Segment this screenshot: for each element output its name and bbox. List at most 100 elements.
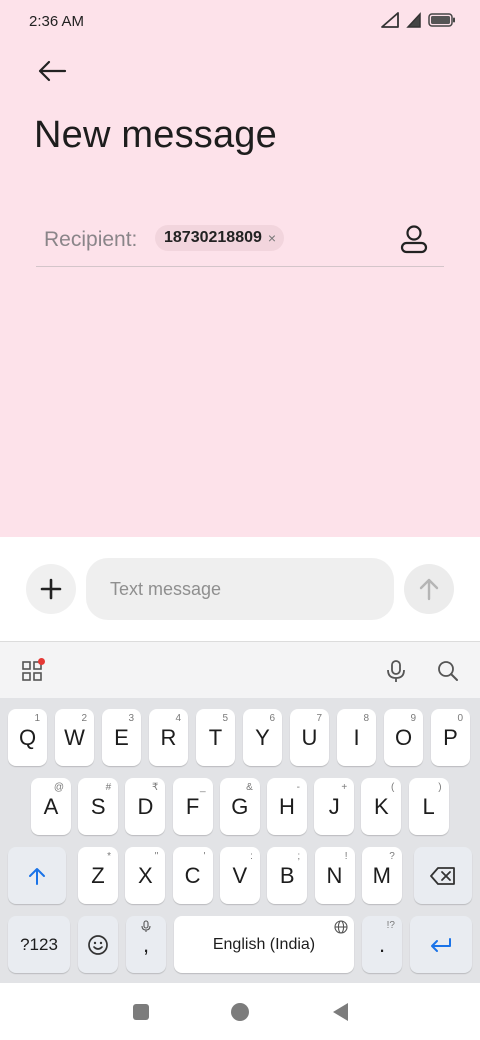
key-s[interactable]: # S [78, 778, 119, 835]
back-icon [333, 1003, 348, 1021]
key-u[interactable]: 7U [290, 709, 329, 766]
backspace-key[interactable] [414, 847, 472, 904]
recipient-field[interactable]: Recipient: 18730218809 × [36, 214, 444, 267]
message-header-area: 2:36 AM New message Recipient: 187302188… [0, 0, 480, 537]
key-hint: ) [438, 782, 442, 793]
key-label: X [137, 862, 153, 888]
notification-dot [38, 658, 45, 665]
key-hint: : [250, 851, 253, 862]
period-key[interactable]: . !? [362, 916, 402, 973]
recents-button[interactable] [130, 1001, 152, 1023]
key-label: A [43, 793, 59, 819]
key-label: W [64, 724, 85, 750]
key-p[interactable]: 0P [431, 709, 470, 766]
comma-key-label: , [142, 931, 150, 957]
chip-remove-icon[interactable]: × [268, 230, 276, 246]
key-l[interactable]: ) L [408, 778, 449, 835]
key-hint: - [296, 782, 300, 793]
mic-small-icon [141, 920, 151, 932]
period-key-hint: !? [386, 920, 395, 931]
key-t[interactable]: 5T [196, 709, 235, 766]
page-title: New message [34, 114, 277, 156]
key-m[interactable]: ? M [361, 847, 402, 904]
key-q[interactable]: 1Q [8, 709, 47, 766]
key-g[interactable]: & G [219, 778, 260, 835]
shift-key[interactable] [8, 847, 66, 904]
navigation-bar [0, 983, 480, 1040]
key-hint: + [341, 782, 348, 793]
key-b[interactable]: ; B [267, 847, 308, 904]
key-w[interactable]: 2W [55, 709, 94, 766]
recipient-chip-number: 18730218809 [164, 229, 262, 246]
key-hint: ₹ [152, 782, 159, 793]
key-label: I [353, 724, 360, 750]
key-e[interactable]: 3E [102, 709, 141, 766]
key-r[interactable]: 4R [149, 709, 188, 766]
shift-icon [29, 867, 45, 885]
key-hint: _ [200, 782, 206, 793]
mic-icon [387, 660, 405, 682]
key-a[interactable]: @ A [31, 778, 71, 835]
key-hint: 2 [81, 713, 87, 724]
back-arrow-icon [38, 60, 67, 82]
key-hint: 7 [316, 713, 322, 724]
back-button[interactable] [30, 54, 74, 88]
key-label: C [184, 862, 201, 888]
key-hint: 1 [34, 713, 40, 724]
key-label: Q [18, 724, 37, 750]
key-o[interactable]: 9O [384, 709, 423, 766]
nav-back-button[interactable] [329, 1001, 351, 1023]
key-hint: & [246, 782, 253, 793]
key-c[interactable]: ' C [172, 847, 213, 904]
symbols-key-label: ?123 [20, 934, 58, 954]
key-k[interactable]: (K [361, 778, 402, 835]
status-icons [380, 12, 456, 28]
key-label: T [208, 724, 223, 750]
search-icon [438, 661, 458, 681]
contacts-button[interactable] [398, 222, 430, 256]
contact-icon [400, 225, 428, 254]
key-y[interactable]: 6Y [243, 709, 282, 766]
key-h[interactable]: -H [267, 778, 307, 835]
home-button[interactable] [229, 1001, 251, 1023]
key-label: R [160, 724, 177, 750]
apps-button[interactable] [17, 656, 47, 686]
attach-button[interactable] [26, 564, 76, 614]
recipient-chip[interactable]: 18730218809 × [155, 225, 285, 251]
plus-icon [40, 578, 62, 600]
key-x[interactable]: " X [125, 847, 166, 904]
key-v[interactable]: :V [219, 847, 260, 904]
comma-key[interactable]: , [126, 916, 166, 973]
key-j[interactable]: + J [314, 778, 355, 835]
symbols-key[interactable]: ?123 [8, 916, 70, 973]
key-hint: 3 [128, 713, 134, 724]
enter-icon [431, 937, 451, 952]
keyboard-search-button[interactable] [433, 656, 463, 686]
key-label: B [279, 862, 295, 888]
key-hint: 5 [222, 713, 228, 724]
key-label: E [114, 724, 129, 750]
key-d[interactable]: ₹ D [125, 778, 166, 835]
key-label: Y [255, 724, 270, 750]
voice-input-button[interactable] [381, 656, 411, 686]
signal-icon [381, 12, 399, 28]
key-z[interactable]: * Z [78, 847, 118, 904]
key-hint: 4 [175, 713, 181, 724]
message-input[interactable] [86, 558, 394, 620]
recents-icon [133, 1004, 149, 1020]
key-hint: ; [297, 851, 301, 862]
key-label: Z [91, 862, 105, 888]
key-i[interactable]: 8I [337, 709, 376, 766]
space-key[interactable]: English (India) [174, 916, 354, 973]
signal-2-icon [406, 12, 421, 28]
enter-key[interactable] [410, 916, 472, 973]
key-label: J [328, 793, 340, 819]
key-n[interactable]: ! N [314, 847, 355, 904]
send-button[interactable] [404, 564, 454, 614]
emoji-key[interactable] [78, 916, 118, 973]
key-label: K [374, 793, 389, 819]
keyboard-toolbar [0, 641, 480, 698]
status-bar: 2:36 AM [0, 0, 480, 44]
key-label: G [231, 793, 249, 819]
key-f[interactable]: _ F [172, 778, 213, 835]
